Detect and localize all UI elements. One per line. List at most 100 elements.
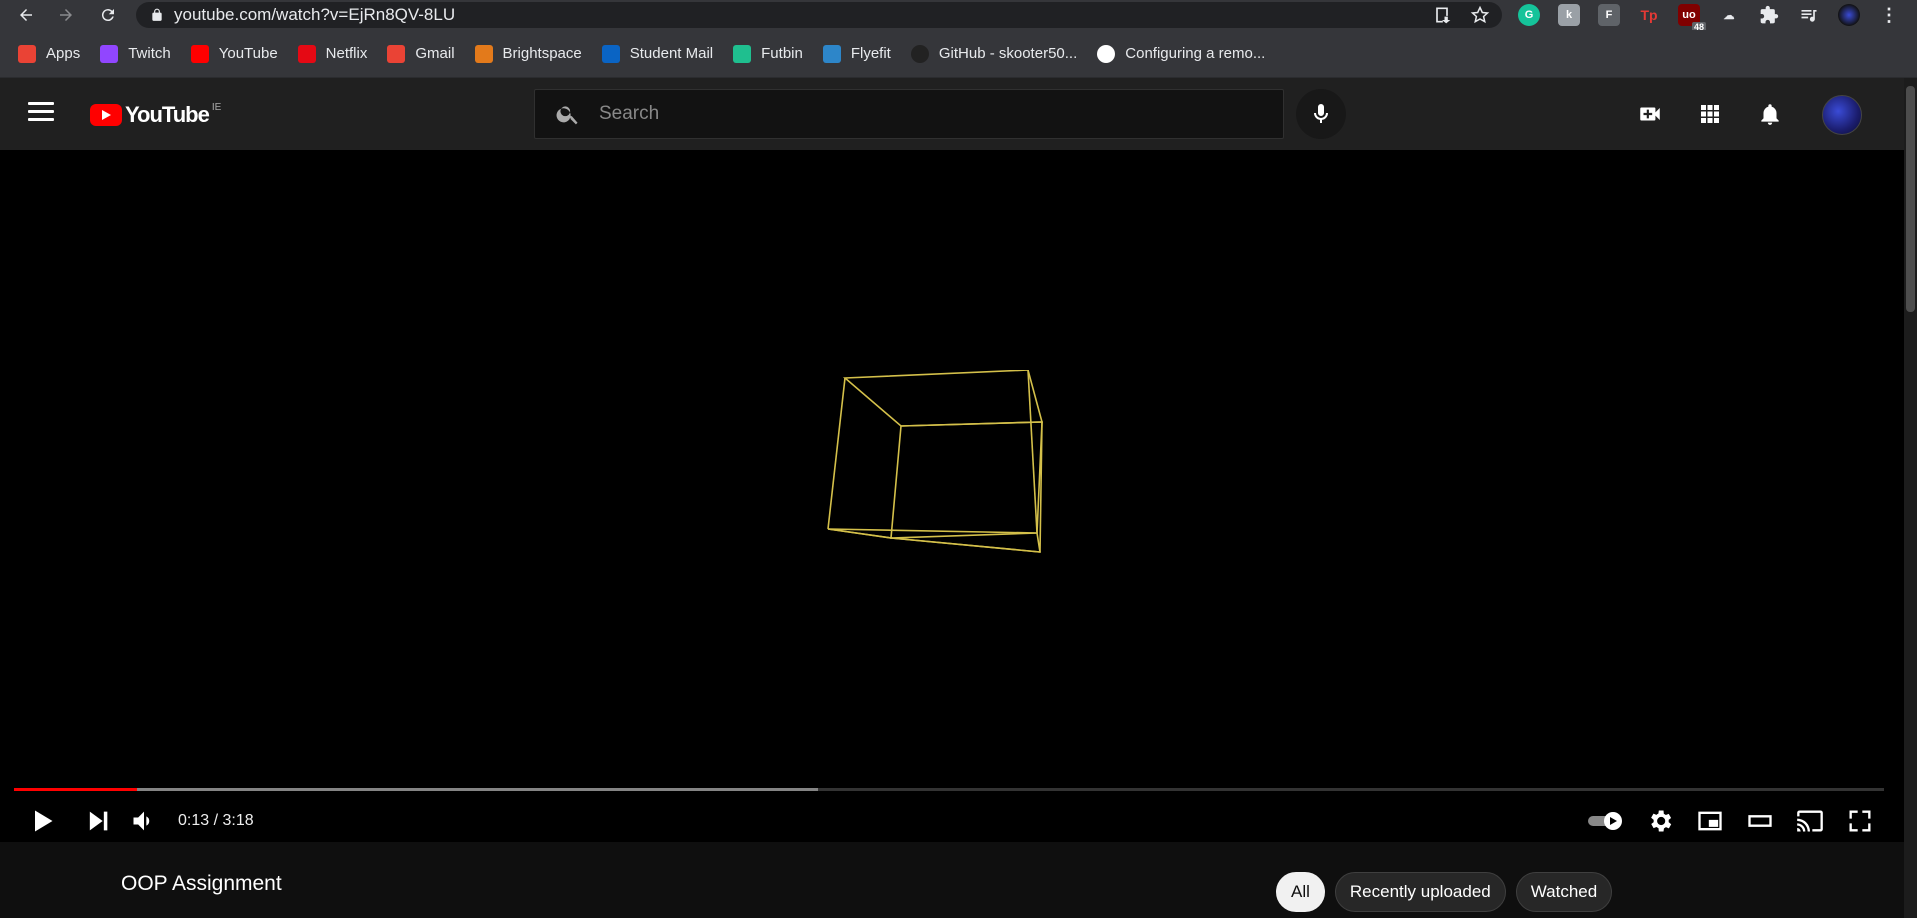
- page-scrollbar[interactable]: [1904, 78, 1917, 918]
- miniplayer-icon: [1698, 811, 1722, 831]
- chrome-menu-icon[interactable]: ⋮: [1878, 4, 1900, 26]
- youtube-play-logo-icon: [90, 104, 122, 126]
- avatar[interactable]: [1822, 95, 1862, 135]
- voice-search-button[interactable]: [1296, 89, 1346, 139]
- reload-button[interactable]: [90, 0, 126, 30]
- next-button[interactable]: [82, 806, 114, 836]
- bookmarks-bar: Apps Twitch YouTube Netflix Gmail Brightspace…: [0, 30, 1917, 78]
- play-icon: [35, 810, 53, 832]
- search-input[interactable]: [599, 103, 1199, 125]
- profile-avatar-icon[interactable]: [1838, 4, 1860, 26]
- bookmark-item[interactable]: Twitch: [100, 40, 171, 68]
- bookmark-label: GitHub - skooter50...: [938, 45, 1078, 62]
- settings-button[interactable]: [1644, 806, 1676, 836]
- bookmark-star-icon[interactable]: [1470, 5, 1490, 25]
- flyefit-icon: [822, 44, 841, 63]
- grammarly-icon[interactable]: G: [1518, 4, 1540, 26]
- bookmark-label: Configuring a remo...: [1125, 45, 1266, 62]
- bookmark-label: Gmail: [415, 45, 455, 62]
- chip-recently-uploaded[interactable]: Recently uploaded: [1334, 872, 1506, 912]
- reload-icon: [101, 9, 114, 22]
- youtube-masthead: YouTube IE: [0, 78, 1904, 150]
- extension-f-icon[interactable]: F: [1598, 4, 1620, 26]
- futbin-icon: [733, 44, 752, 63]
- theater-mode-button[interactable]: [1744, 806, 1776, 836]
- play-button[interactable]: [26, 806, 58, 836]
- youtube-icon: [190, 44, 209, 63]
- bookmark-item[interactable]: Futbin: [733, 40, 803, 68]
- address-bar[interactable]: youtube.com/watch?v=EjRn8QV-8LU: [136, 2, 1502, 28]
- country-code: IE: [211, 101, 222, 113]
- lock-icon: [152, 8, 162, 21]
- bookmark-item[interactable]: GitHub - skooter50...: [910, 40, 1078, 68]
- cast-icon: [1797, 810, 1823, 832]
- back-button[interactable]: [8, 0, 44, 30]
- forward-arrow-icon: [60, 9, 72, 21]
- progress-played: [14, 788, 138, 791]
- autoplay-toggle[interactable]: [1586, 806, 1626, 836]
- gear-icon: [1651, 810, 1672, 832]
- search-box[interactable]: [534, 89, 1284, 139]
- skip-next-icon: [89, 811, 108, 831]
- url-text[interactable]: youtube.com/watch?v=EjRn8QV-8LU: [174, 5, 455, 25]
- bookmark-item[interactable]: Netflix: [297, 40, 368, 68]
- bookmark-label: Brightspace: [502, 45, 582, 62]
- bookmark-item[interactable]: YouTube: [190, 40, 278, 68]
- outlook-icon: [601, 44, 620, 63]
- progress-bar[interactable]: [14, 788, 1884, 791]
- youtube-wordmark: YouTube: [125, 102, 210, 127]
- extensions-bar: G k F Tp uo 48 ☁ ⋮: [1518, 4, 1900, 32]
- bookmark-label: Student Mail: [629, 45, 714, 62]
- cube-edges: [827, 370, 1044, 553]
- cloud-extension-icon[interactable]: ☁: [1718, 4, 1740, 26]
- player-controls: 0:13 / 3:18: [0, 800, 1904, 842]
- hamburger-menu-icon[interactable]: [28, 102, 54, 126]
- brightspace-icon: [474, 44, 493, 63]
- bookmark-item[interactable]: Gmail: [387, 40, 455, 68]
- bookmark-item[interactable]: Apps: [18, 40, 80, 68]
- bookmark-label: Twitch: [128, 45, 171, 62]
- apps-grid-icon: [18, 44, 36, 63]
- netflix-icon: [297, 44, 316, 63]
- reading-list-icon[interactable]: [1798, 4, 1820, 26]
- scrollbar-thumb[interactable]: [1906, 86, 1915, 312]
- twitch-icon: [100, 44, 119, 63]
- wireframe-cube-video-frame: [827, 370, 1044, 553]
- notifications-bell-icon[interactable]: [1756, 100, 1784, 128]
- volume-icon: [133, 811, 150, 831]
- github-icon: [910, 44, 929, 63]
- bookmark-item[interactable]: Flyefit: [822, 40, 891, 68]
- bookmark-item[interactable]: Brightspace: [474, 40, 582, 68]
- install-app-icon[interactable]: [1432, 5, 1452, 25]
- puzzle-extensions-icon[interactable]: [1758, 4, 1780, 26]
- mute-button[interactable]: [128, 806, 160, 836]
- gmail-icon: [387, 44, 406, 63]
- cast-button[interactable]: [1794, 806, 1826, 836]
- bookmark-label: Futbin: [761, 45, 803, 62]
- bookmark-label: Netflix: [325, 45, 368, 62]
- fullscreen-button[interactable]: [1844, 806, 1876, 836]
- browser-toolbar: youtube.com/watch?v=EjRn8QV-8LU G k F Tp…: [0, 0, 1917, 32]
- bookmark-label: YouTube: [218, 45, 278, 62]
- youtube-logo[interactable]: YouTube IE: [90, 102, 221, 128]
- tp-extension-icon[interactable]: Tp: [1638, 4, 1660, 26]
- video-player[interactable]: 0:13 / 3:18: [0, 150, 1904, 842]
- search-icon: [556, 106, 578, 125]
- ublock-icon[interactable]: uo 48: [1678, 4, 1706, 32]
- apps-grid-icon[interactable]: [1696, 100, 1724, 128]
- forward-button[interactable]: [48, 0, 84, 30]
- video-title: OOP Assignment: [121, 872, 282, 895]
- extension-gray-icon[interactable]: k: [1558, 4, 1580, 26]
- chip-all[interactable]: All: [1276, 872, 1325, 912]
- back-arrow-icon: [20, 9, 32, 21]
- chip-watched[interactable]: Watched: [1515, 872, 1613, 912]
- miniplayer-button[interactable]: [1694, 806, 1726, 836]
- microphone-icon: [1314, 104, 1328, 123]
- bookmark-item[interactable]: Configuring a remo...: [1097, 40, 1265, 68]
- bookmark-label: Apps: [46, 45, 81, 62]
- theater-mode-icon: [1748, 815, 1772, 827]
- fullscreen-icon: [1849, 810, 1871, 832]
- create-video-icon[interactable]: [1636, 100, 1664, 128]
- autoplay-toggle-icon: [1588, 812, 1622, 830]
- bookmark-item[interactable]: Student Mail: [601, 40, 714, 68]
